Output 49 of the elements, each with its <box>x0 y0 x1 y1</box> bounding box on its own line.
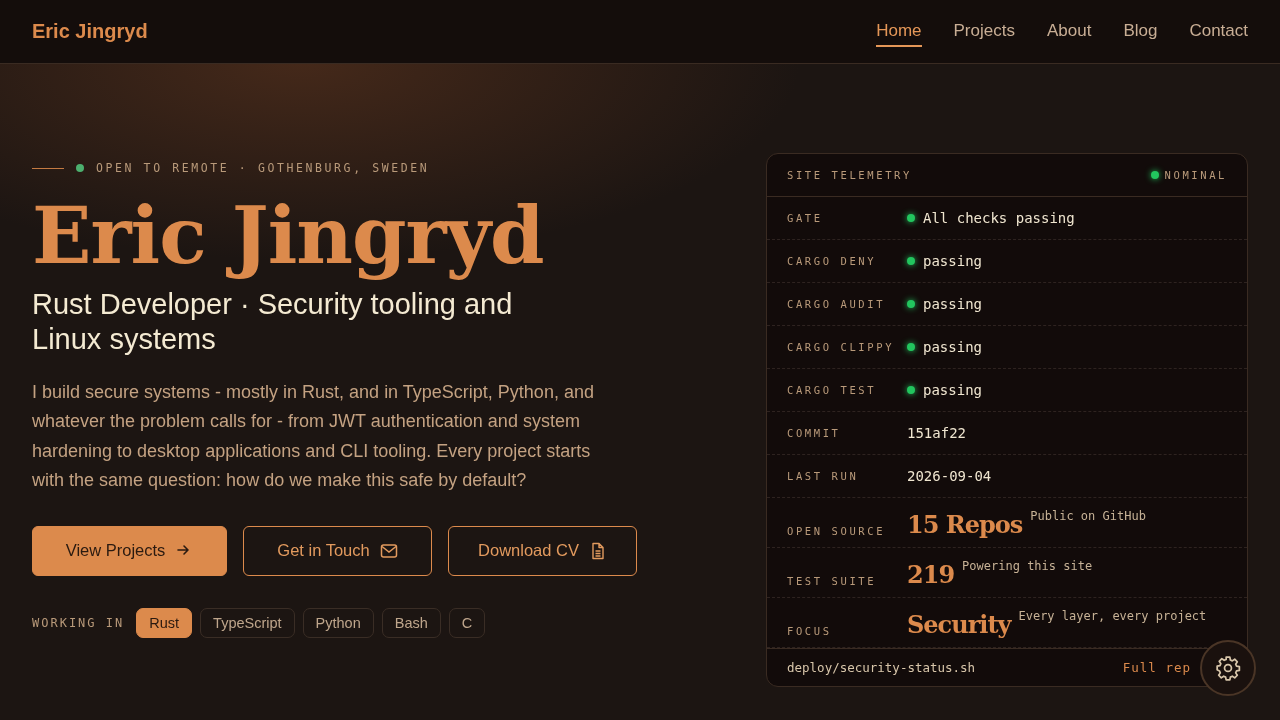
telemetry-label: GATE <box>787 212 824 224</box>
telemetry-label: TEST SUITE <box>787 575 878 587</box>
settings-button[interactable] <box>1200 640 1256 696</box>
settings-icon <box>1215 655 1241 681</box>
stat-value: Security <box>907 613 1011 637</box>
telemetry-label: LAST RUN <box>787 470 860 482</box>
stat-value: 219 <box>907 563 955 587</box>
language-chip[interactable]: Python <box>302 607 374 638</box>
card-title: SITE TELEMETRY <box>787 169 912 181</box>
telemetry-label: CARGO TEST <box>787 384 878 396</box>
language-chip[interactable]: Rust <box>136 607 193 638</box>
tagline: Rust Developer · Security tooling and Linux systems <box>32 286 514 358</box>
language-chip[interactable]: Bash <box>381 607 441 638</box>
telemetry-value: 151af22 <box>907 425 966 441</box>
cta-button[interactable]: Get in Touch <box>243 525 432 576</box>
telemetry-value: passing <box>923 339 982 355</box>
intro-paragraph: I build secure systems - mostly in Rust, and in TypeScript, Python, and whatever the problem calls for - from JWT authentication and system hardening to desktop applications and CLI tooling. Every project starts with the same question: how do we make this safe by default? <box>32 380 595 493</box>
nav-link[interactable]: Projects <box>953 16 1015 47</box>
hero-name: Eric Jingryd <box>32 193 545 279</box>
nav-link[interactable]: Home <box>876 16 922 47</box>
telemetry-label: CARGO CLIPPY <box>787 341 896 353</box>
stat-caption: Every layer, every project <box>1018 609 1207 623</box>
site-logo[interactable]: Eric Jingryd <box>32 20 148 43</box>
nav-link[interactable]: About <box>1046 16 1092 47</box>
telemetry-label: CARGO AUDIT <box>787 298 887 310</box>
telemetry-label: FOCUS <box>787 625 833 637</box>
report-link[interactable]: Full rep <box>1122 660 1191 675</box>
telemetry-label: OPEN SOURCE <box>787 525 887 537</box>
stat-value: 15 Repos <box>907 513 1023 537</box>
stat-caption: Powering this site <box>962 559 1093 573</box>
telemetry-value: All checks passing <box>923 210 1075 226</box>
nav-link[interactable]: Contact <box>1189 16 1248 47</box>
cta-button[interactable]: View Projects <box>32 525 227 576</box>
telemetry-value: 2026-09-04 <box>907 468 992 484</box>
telemetry-label: CARGO DENY <box>787 255 878 267</box>
language-chip[interactable]: TypeScript <box>200 607 295 638</box>
envelope-icon <box>379 541 398 560</box>
telemetry-value: passing <box>923 382 982 398</box>
availability-text: OPEN TO REMOTE · GOTHENBURG, SWEDEN <box>96 161 430 175</box>
script-path: deploy/security-status.sh <box>787 660 976 675</box>
telemetry-value: passing <box>923 296 982 312</box>
stack-label: WORKING IN <box>32 615 125 630</box>
status-text: NOMINAL <box>1164 169 1227 181</box>
language-chip[interactable]: C <box>448 607 486 638</box>
nav-link[interactable]: Blog <box>1123 16 1158 47</box>
stat-caption: Public on GitHub <box>1030 509 1146 523</box>
telemetry-label: COMMIT <box>787 427 842 439</box>
cta-button[interactable]: Download CV <box>448 525 637 576</box>
telemetry-value: passing <box>923 253 982 269</box>
